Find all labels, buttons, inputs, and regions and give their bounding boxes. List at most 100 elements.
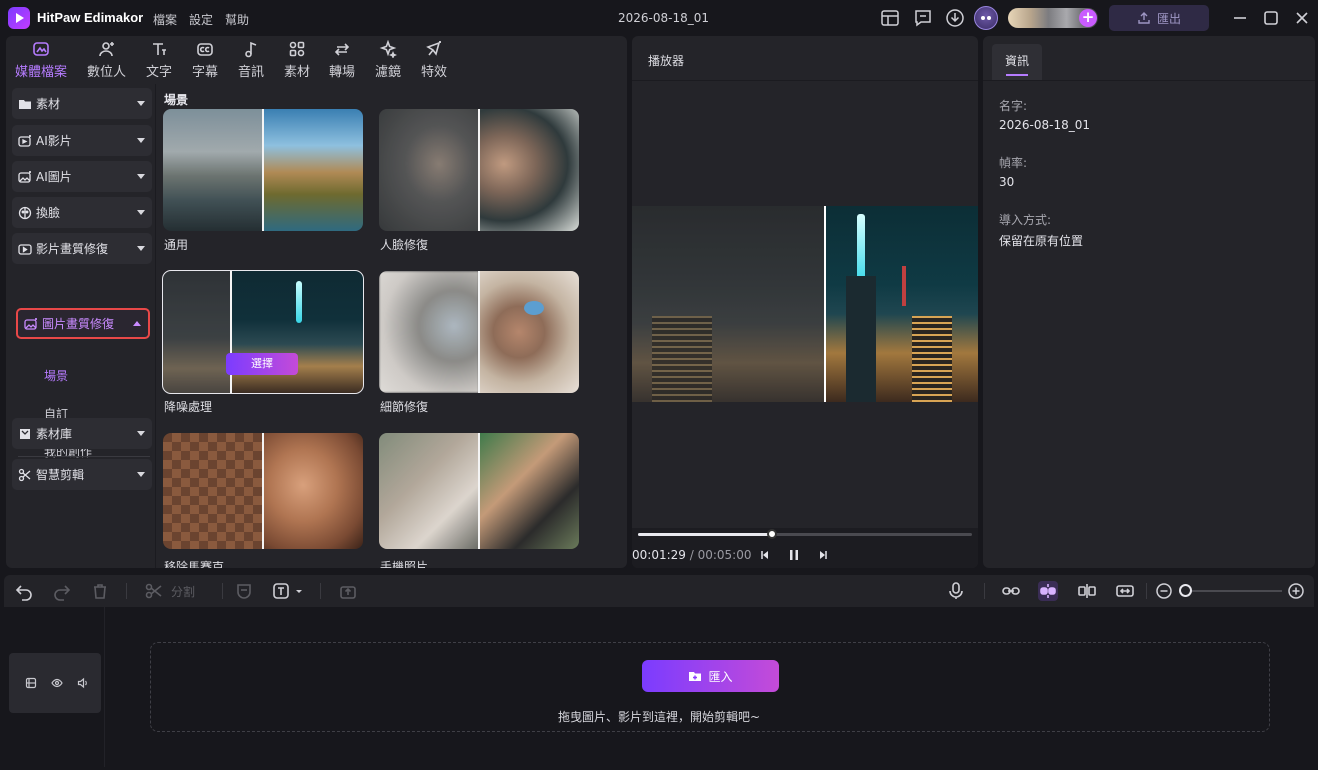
scene-card-detail[interactable] (379, 271, 579, 393)
layout-icon[interactable] (880, 8, 900, 28)
track-divider (104, 607, 105, 767)
tab-info[interactable]: 資訊 (992, 44, 1042, 80)
import-button[interactable]: 匯入 (642, 660, 779, 692)
tab-audio[interactable]: 音訊 (238, 40, 264, 80)
film-icon[interactable] (25, 677, 37, 689)
scene-card-mosaic[interactable] (163, 433, 363, 549)
sidebar-item-image-enhance[interactable]: 圖片畫質修復 (16, 308, 150, 339)
user-avatar[interactable] (974, 6, 998, 30)
prev-frame-icon[interactable] (758, 548, 772, 562)
scene-card-phone[interactable] (379, 433, 579, 549)
tab-transition[interactable]: 轉場 (329, 40, 355, 80)
next-frame-icon[interactable] (816, 548, 830, 562)
split-clip-icon[interactable] (1077, 581, 1097, 601)
crop-export-icon[interactable] (338, 581, 358, 601)
add-credits-button[interactable]: + (1079, 9, 1097, 27)
compare-divider[interactable] (824, 206, 826, 402)
chevron-down-icon (137, 246, 145, 251)
sidebar-item-label: 影片畫質修復 (36, 242, 109, 256)
sidebar-item-ai-video[interactable]: AI影片 (12, 125, 152, 156)
timeline-toolbar: 分割 (4, 575, 1314, 607)
mask-icon[interactable] (234, 581, 254, 601)
speaker-icon[interactable] (77, 677, 89, 689)
download-icon[interactable] (945, 8, 965, 28)
close-icon[interactable] (1293, 9, 1311, 27)
tab-effects-label: 特效 (421, 65, 448, 80)
sidebar-item-label: 素材 (36, 97, 61, 111)
zoom-slider[interactable] (1186, 590, 1282, 592)
progress-knob[interactable] (766, 529, 777, 539)
chevron-down-icon (137, 138, 145, 143)
avatar-add-icon (98, 42, 114, 57)
sidebar-divider (18, 456, 150, 457)
scene-card-general[interactable] (163, 109, 363, 231)
player-title: 播放器 (648, 54, 685, 68)
sidebar-item-library[interactable]: 素材庫 (12, 418, 152, 449)
menu-help[interactable]: 幫助 (225, 11, 249, 28)
tab-audio-label: 音訊 (238, 65, 265, 80)
media-icon (33, 42, 49, 56)
upload-icon (1138, 12, 1150, 24)
progress-bar[interactable] (638, 529, 972, 539)
sidebar-sub-scene[interactable]: 場景 (44, 367, 68, 384)
split-label[interactable]: 分割 (171, 583, 195, 600)
scene-card-face[interactable] (379, 109, 579, 231)
export-button[interactable]: 匯出 (1109, 5, 1209, 31)
toolbar-separator (126, 583, 127, 599)
chevron-down-icon[interactable] (294, 581, 304, 601)
snap-icon[interactable] (1038, 581, 1058, 601)
app-name: HitPaw Edimakor (37, 10, 144, 25)
select-button[interactable]: 選擇 (226, 353, 298, 375)
progress-fill (638, 533, 772, 536)
sidebar-item-smart-edit[interactable]: 智慧剪輯 (12, 459, 152, 490)
building-shape (912, 316, 952, 402)
toolbar-separator (984, 583, 985, 599)
media-panel: 媒體檔案 數位人 文字 字幕 音訊 素材 轉場 濾鏡 特效 素材 AI影片 AI… (6, 36, 627, 568)
zoom-knob[interactable] (1179, 584, 1192, 597)
title-bar: HitPaw Edimakor 檔案 設定 幫助 2026-08-18_01 +… (0, 0, 1318, 36)
sidebar-item-video-enhance[interactable]: 影片畫質修復 (12, 233, 152, 264)
tab-digital-human[interactable]: 數位人 (87, 40, 126, 80)
menu-settings[interactable]: 設定 (189, 11, 213, 28)
app-logo (8, 7, 30, 29)
import-method-value: 保留在原有位置 (999, 234, 1084, 248)
minimize-icon[interactable] (1231, 9, 1249, 27)
tab-text-label: 文字 (146, 65, 173, 80)
tab-media[interactable]: 媒體檔案 (15, 40, 67, 80)
tab-filter[interactable]: 濾鏡 (375, 40, 401, 80)
eye-icon[interactable] (51, 677, 63, 689)
text-template-icon[interactable] (272, 581, 292, 601)
scissors-icon (18, 468, 31, 481)
redo-icon[interactable] (52, 581, 72, 601)
player-panel: 播放器 00:01:29 / 00:05:00 (632, 36, 978, 568)
microphone-icon[interactable] (946, 581, 966, 601)
info-divider (983, 80, 1315, 81)
delete-icon[interactable] (90, 581, 110, 601)
link-icon[interactable] (1001, 581, 1021, 601)
video-preview[interactable] (632, 206, 978, 402)
sidebar-item-face-swap[interactable]: 換臉 (12, 197, 152, 228)
maximize-icon[interactable] (1262, 9, 1280, 27)
fit-width-icon[interactable] (1115, 581, 1135, 601)
sidebar-item-label: AI影片 (36, 134, 72, 148)
drop-hint: 拖曳圖片、影片到這裡，開始剪輯吧~ (557, 710, 761, 724)
undo-icon[interactable] (14, 581, 34, 601)
feedback-icon[interactable] (913, 8, 933, 28)
tab-assets[interactable]: 素材 (284, 40, 310, 80)
assets-icon (289, 41, 305, 57)
menu-file[interactable]: 檔案 (153, 11, 177, 28)
zoom-in-icon[interactable] (1286, 581, 1306, 601)
tab-text[interactable]: 文字 (146, 40, 172, 80)
sidebar-item-ai-image[interactable]: AI圖片 (12, 161, 152, 192)
sparkle-icon (379, 40, 397, 58)
scene-card-denoise[interactable]: 選擇 (162, 270, 364, 394)
music-icon (245, 41, 257, 58)
toolbar-separator (1146, 583, 1147, 599)
tab-subtitle[interactable]: 字幕 (192, 40, 218, 80)
zoom-out-icon[interactable] (1154, 581, 1174, 601)
pause-icon[interactable] (787, 548, 801, 562)
tab-effects[interactable]: 特效 (421, 40, 447, 80)
sidebar-item-assets[interactable]: 素材 (12, 88, 152, 119)
chevron-down-icon (137, 472, 145, 477)
scissors-icon[interactable] (144, 581, 164, 601)
